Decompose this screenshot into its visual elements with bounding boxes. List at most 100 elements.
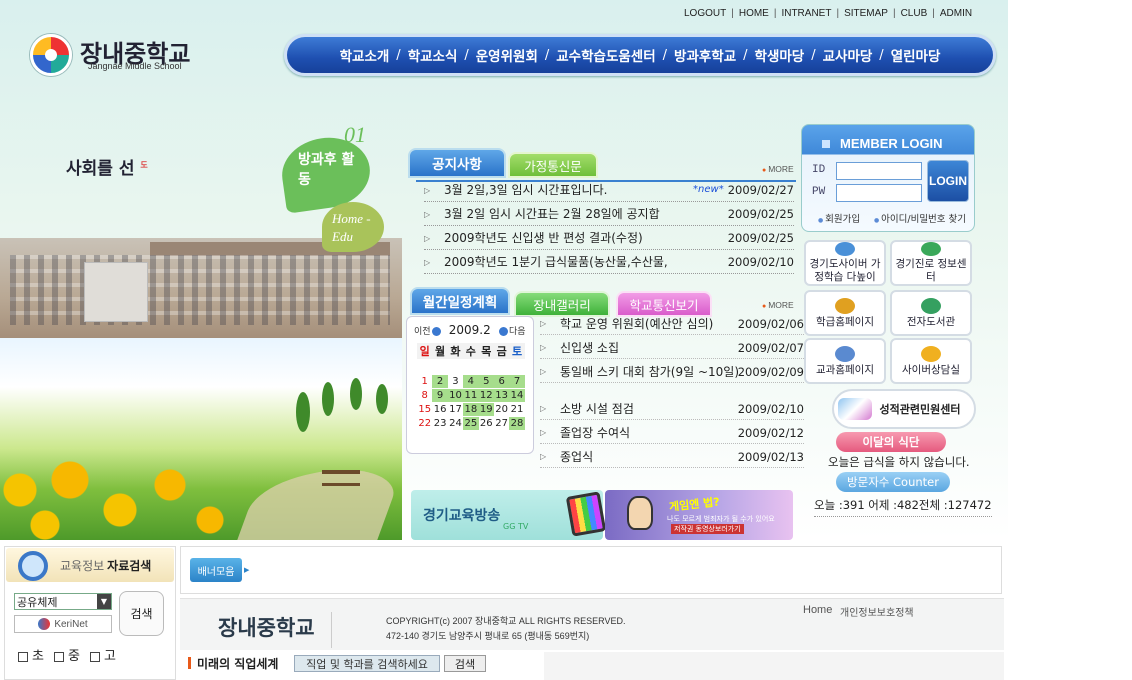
nav-item-5[interactable]: 방과후학교 (674, 45, 736, 65)
calendar-day[interactable]: 23 (432, 417, 447, 430)
tab-monthly-schedule[interactable]: 월간일정계획 (410, 287, 510, 315)
calendar-day[interactable]: 10 (447, 389, 464, 402)
nav-item-1[interactable]: 학교소개 (340, 45, 390, 65)
schedule-row[interactable]: ▷ 소방 시설 점검 2009/02/10 (540, 398, 804, 420)
schedule-title[interactable]: 학교 운영 위원회(예산안 심의) (560, 315, 738, 332)
quick-link-class-homepage[interactable]: 학급홈페이지 (804, 290, 886, 336)
quick-link-cyber-counsel[interactable]: 사이버상담실 (890, 338, 972, 384)
copyright-game-banner[interactable]: 게임엔 법? 나도 모르게 범죄자가 될 수가 있어요 저작권 동영상보러가기 (605, 490, 793, 540)
afterschool-bubble-label[interactable]: 방과후 활동 (298, 150, 358, 190)
schedule-title[interactable]: 신입생 소집 (560, 339, 738, 356)
nav-item-8[interactable]: 열린마당 (891, 45, 941, 65)
kerinet-button[interactable]: KeriNet (14, 615, 112, 633)
checkbox[interactable] (89, 651, 100, 662)
calendar-day[interactable]: 24 (448, 417, 463, 430)
calendar-day[interactable]: 14 (509, 389, 525, 402)
calendar-day[interactable]: 9 (432, 389, 448, 402)
calendar-day[interactable]: 17 (448, 403, 463, 416)
top-link-logout[interactable]: LOGOUT (684, 8, 726, 19)
career-search-input[interactable]: 직업 및 학과를 검색하세요 (294, 655, 440, 672)
calendar-day[interactable]: 27 (494, 417, 509, 430)
notice-title[interactable]: 2009학년도 신입생 반 편성 결과(수정) (444, 229, 724, 246)
schedule-row[interactable]: ▷ 통일배 스키 대회 참가(9일 ~10일) 2009/02/09 (540, 361, 804, 383)
calendar-day[interactable]: 2 (432, 375, 448, 388)
notice-more-link[interactable]: MORE (762, 164, 794, 174)
top-link-sitemap[interactable]: SITEMAP (844, 8, 888, 19)
calendar-day[interactable]: 28 (509, 417, 525, 430)
grade-complaint-center-button[interactable]: 성적관련민원센터 (832, 389, 976, 429)
login-button[interactable]: LOGIN (927, 160, 969, 202)
calendar-day[interactable]: 13 (493, 389, 510, 402)
calendar-day[interactable]: 7 (509, 375, 525, 388)
calendar-day[interactable]: 3 (448, 375, 463, 388)
checkbox[interactable] (18, 651, 28, 662)
privacy-policy-link[interactable]: 개인정보보호정책 (840, 604, 914, 619)
nav-item-3[interactable]: 운영위원회 (476, 45, 538, 65)
notice-row[interactable]: ▷ 3월 2일 임시 시간표는 2월 28일에 공지합 2009/02/25 (424, 202, 794, 226)
schedule-title[interactable]: 졸업장 수여식 (560, 424, 738, 441)
calendar-day[interactable]: 1 (417, 375, 432, 388)
calendar-day[interactable]: 11 (463, 389, 479, 402)
nav-item-7[interactable]: 교사마당 (823, 45, 873, 65)
notice-row[interactable]: ▷ 3월 2일,3일 임시 시간표입니다. *new* 2009/02/27 (424, 178, 794, 202)
calendar-day[interactable]: 16 (432, 403, 447, 416)
calendar-day[interactable]: 15 (417, 403, 432, 416)
notice-title[interactable]: 3월 2일 임시 시간표는 2월 28일에 공지합 (444, 205, 724, 222)
schedule-title[interactable]: 소방 시설 점검 (560, 400, 738, 417)
quick-link-cyber-learning[interactable]: 경기도사이버 가정학습 다높이 (804, 240, 886, 286)
schedule-row[interactable]: ▷ 졸업장 수여식 2009/02/12 (540, 422, 804, 444)
tab-notice[interactable]: 공지사항 (408, 148, 506, 178)
top-link-club[interactable]: CLUB (901, 8, 928, 19)
nav-item-6[interactable]: 학생마당 (755, 45, 805, 65)
calendar-next-button[interactable]: 다음 (498, 327, 526, 337)
quick-link-e-library[interactable]: 전자도서관 (890, 290, 972, 336)
footer-home-link[interactable]: Home (803, 604, 832, 616)
schedule-more-link[interactable]: MORE (762, 300, 794, 310)
edu-system-select[interactable]: 공유체제 ▼ (14, 593, 112, 610)
calendar-day[interactable]: 12 (478, 389, 494, 402)
school-level-option[interactable]: 초 (18, 649, 44, 664)
schedule-row[interactable]: ▷ 학교 운영 위원회(예산안 심의) 2009/02/06 (540, 313, 804, 335)
schedule-row[interactable]: ▷ 신입생 소집 2009/02/07 (540, 337, 804, 359)
calendar-prev-button[interactable]: 이전 (414, 327, 442, 337)
calendar-day[interactable]: 6 (493, 375, 510, 388)
calendar-day[interactable]: 25 (463, 417, 479, 430)
quick-link-career-center[interactable]: 경기진로 정보센터 (890, 240, 972, 286)
calendar-day[interactable]: 26 (479, 417, 494, 430)
gg-tv-banner[interactable]: 경기교육방송 GG TV (411, 490, 607, 540)
calendar-day[interactable]: 8 (417, 389, 432, 402)
calendar-day[interactable]: 19 (478, 403, 494, 416)
calendar-day[interactable]: 22 (417, 417, 432, 430)
lunch-menu-button[interactable]: 이달의 식단 (836, 432, 946, 452)
home-edu-bubble-label[interactable]: Home -Edu (332, 210, 382, 246)
tab-newsletter[interactable]: 가정통신문 (508, 152, 598, 178)
login-pw-input[interactable] (836, 184, 922, 202)
edu-search-button[interactable]: 검색 (119, 591, 164, 636)
top-link-admin[interactable]: ADMIN (940, 8, 972, 19)
school-level-option[interactable]: 중 (53, 649, 80, 664)
schedule-title[interactable]: 통일배 스키 대회 참가(9일 ~10일) (560, 363, 738, 380)
schedule-title[interactable]: 종업식 (560, 448, 738, 465)
banner-collection-button[interactable]: 배너모음 (190, 558, 242, 582)
quick-link-subject-homepage[interactable]: 교과홈페이지 (804, 338, 886, 384)
school-level-option[interactable]: 고 (89, 649, 116, 664)
calendar-day[interactable]: 20 (494, 403, 509, 416)
notice-row[interactable]: ▷ 2009학년도 신입생 반 편성 결과(수정) 2009/02/25 (424, 226, 794, 250)
login-id-input[interactable] (836, 162, 922, 180)
calendar-day[interactable]: 18 (463, 403, 479, 416)
top-link-home[interactable]: HOME (739, 8, 769, 19)
nav-item-2[interactable]: 학교소식 (408, 45, 458, 65)
calendar-day[interactable]: 21 (509, 403, 524, 416)
checkbox[interactable] (53, 651, 64, 662)
notice-title[interactable]: 3월 2일,3일 임시 시간표입니다. (444, 181, 687, 198)
calendar-day[interactable]: 4 (463, 375, 479, 388)
nav-item-4[interactable]: 교수학습도움센터 (556, 45, 655, 65)
find-account-link[interactable]: 아이디/비밀번호 찾기 (874, 211, 966, 225)
notice-title[interactable]: 2009학년도 1분기 급식물품(농산물,수산물, (444, 253, 724, 270)
notice-row[interactable]: ▷ 2009학년도 1분기 급식물품(농산물,수산물, 2009/02/10 (424, 250, 794, 274)
school-logo-icon[interactable] (30, 34, 72, 76)
calendar-day[interactable]: 5 (478, 375, 494, 388)
schedule-row[interactable]: ▷ 종업식 2009/02/13 (540, 446, 804, 468)
career-search-button[interactable]: 검색 (444, 655, 486, 672)
top-link-intranet[interactable]: INTRANET (781, 8, 831, 19)
